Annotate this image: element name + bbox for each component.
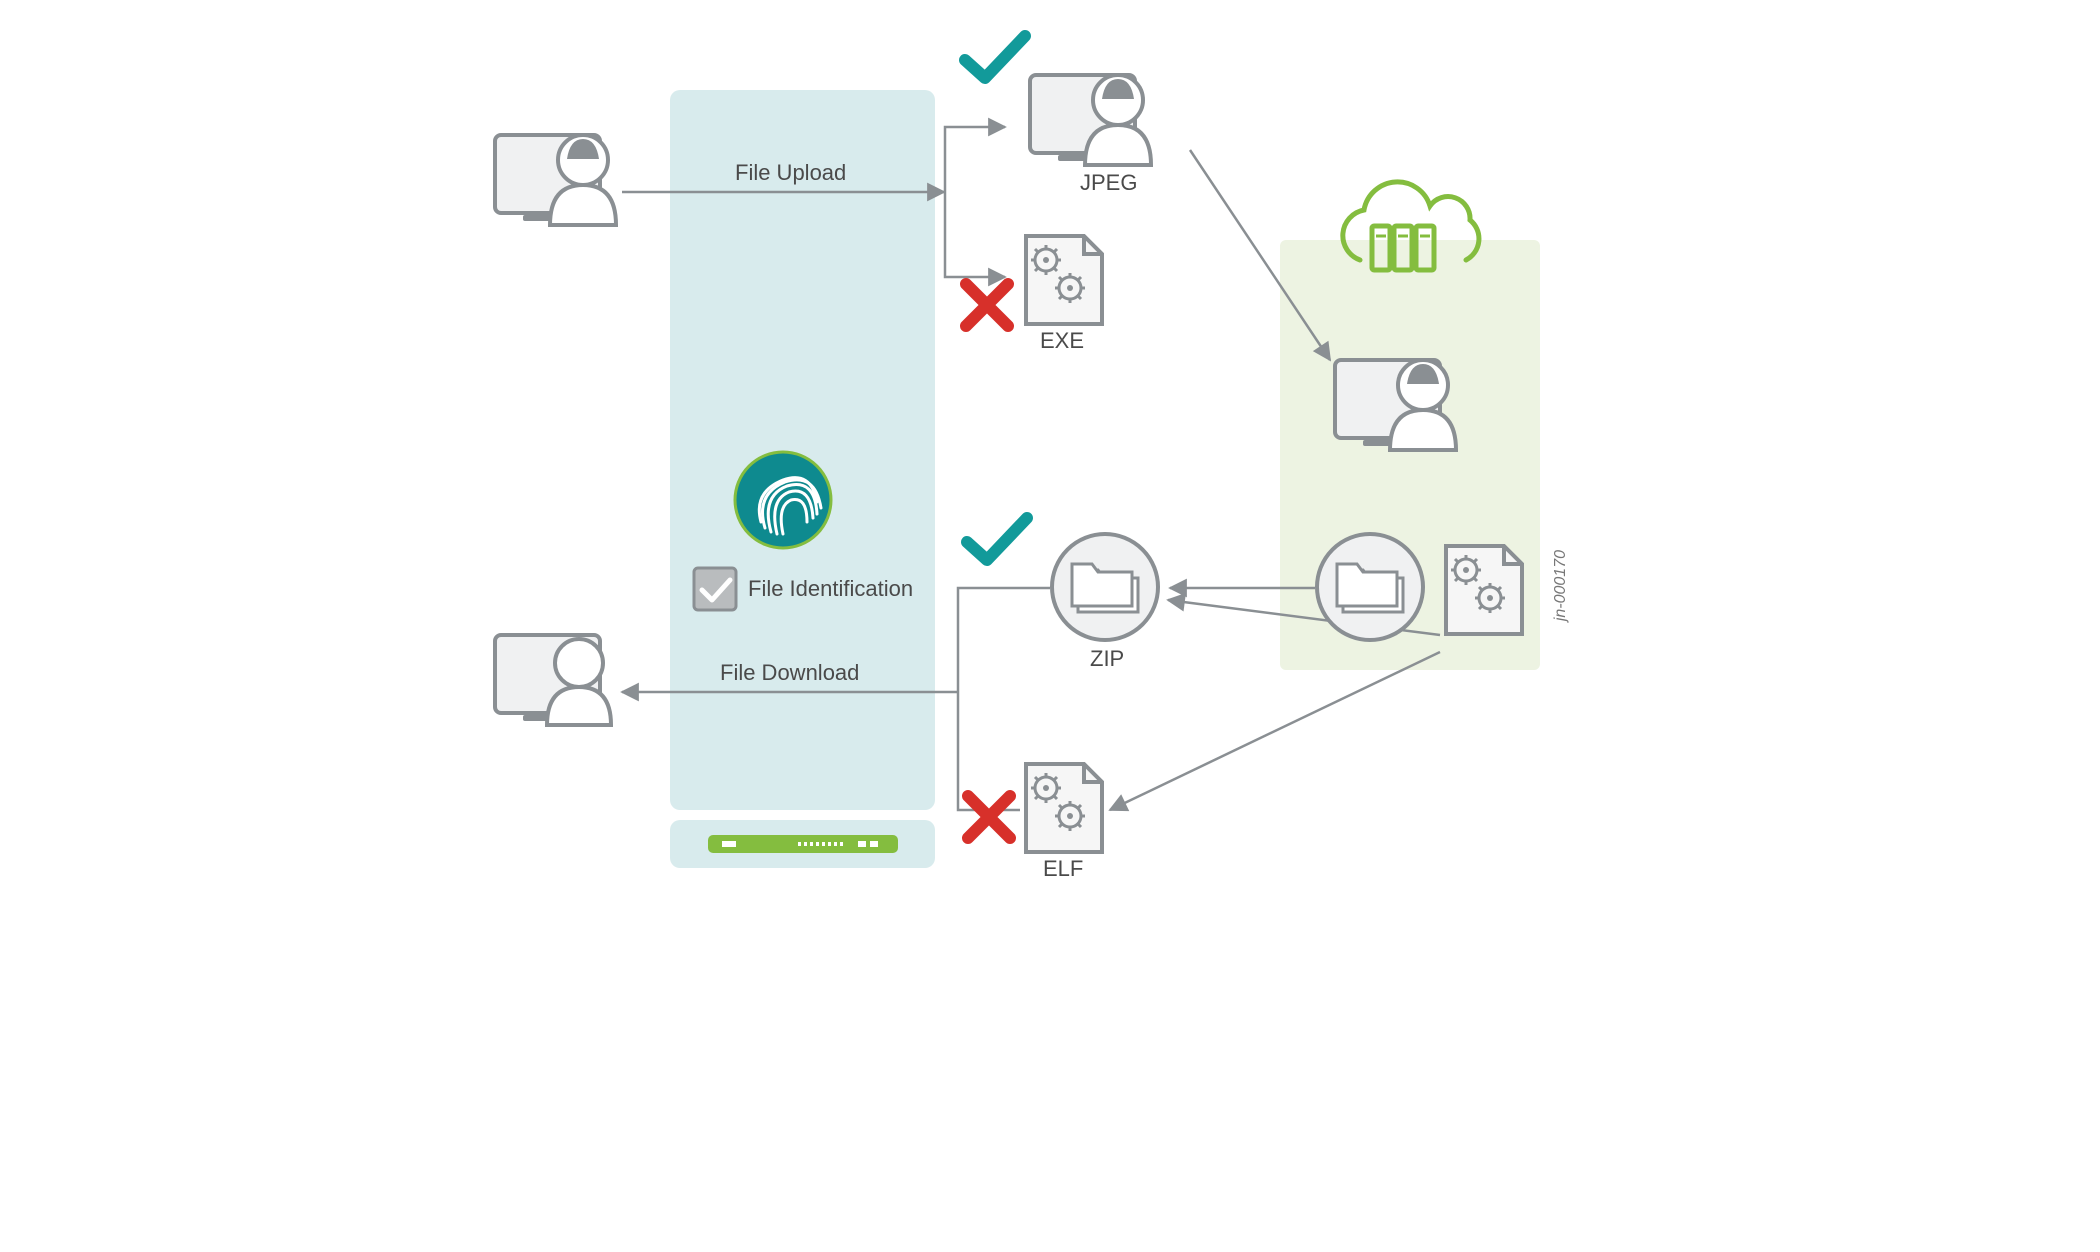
device-bar-panel <box>670 820 935 868</box>
label-elf: ELF <box>1043 856 1083 882</box>
diagram-canvas: File Upload JPEG EXE File Identification… <box>320 20 1780 900</box>
cloud-panel <box>1280 240 1540 670</box>
label-zip: ZIP <box>1090 646 1124 672</box>
label-jpeg: JPEG <box>1080 170 1137 196</box>
label-file-identification: File Identification <box>748 576 913 602</box>
identification-panel <box>670 90 935 810</box>
label-file-download: File Download <box>720 660 859 686</box>
label-exe: EXE <box>1040 328 1084 354</box>
image-id: jn-000170 <box>1552 550 1570 621</box>
diagram-svg <box>320 20 1780 900</box>
label-file-upload: File Upload <box>735 160 846 186</box>
